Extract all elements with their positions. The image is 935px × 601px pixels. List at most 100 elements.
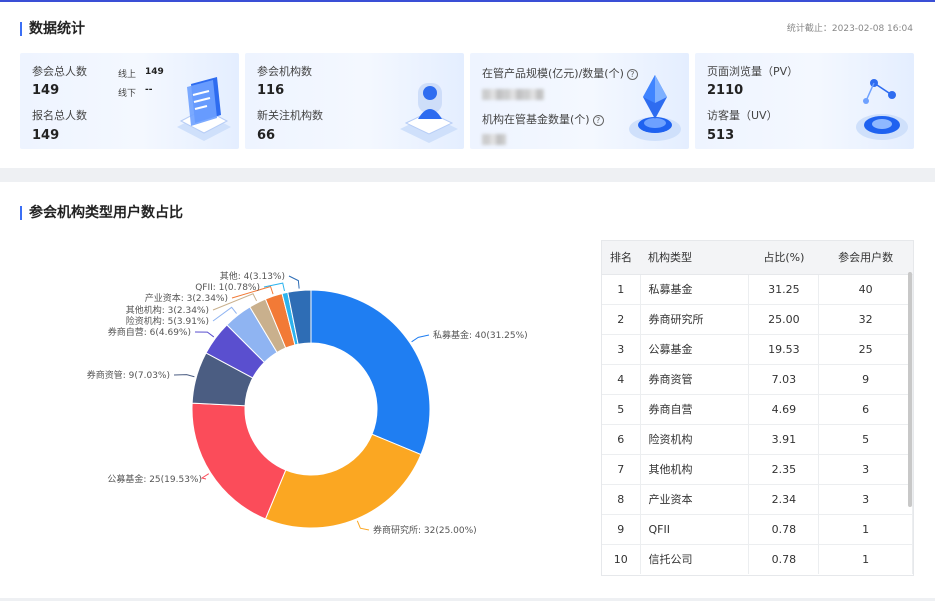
document-stack-illustration bbox=[177, 77, 231, 141]
ratio-cell: 2.34 bbox=[748, 483, 820, 514]
table-row: 5 券商自营 4.69 6 bbox=[602, 393, 913, 424]
offline-value: -- bbox=[145, 85, 153, 95]
ratio-cell: 3.91 bbox=[748, 423, 820, 454]
type-cell: 信托公司 bbox=[640, 543, 750, 574]
table-row: 6 险资机构 3.91 5 bbox=[602, 423, 913, 454]
users-cell: 3 bbox=[818, 453, 913, 484]
table-header-row: 排名 机构类型 占比(%) 参会用户数 bbox=[602, 241, 913, 275]
ratio-cell: 2.35 bbox=[748, 453, 820, 484]
slice-label-7: 其他机构: 3(2.34%) bbox=[126, 304, 209, 316]
rank-cell: 4 bbox=[602, 363, 641, 394]
header-ratio: 占比(%) bbox=[748, 241, 819, 275]
type-cell: QFII bbox=[640, 513, 750, 544]
network-node-illustration bbox=[856, 79, 908, 140]
table-row: 10 信托公司 0.78 1 bbox=[602, 543, 913, 574]
type-cell: 私募基金 bbox=[640, 273, 750, 304]
crystal-illustration bbox=[629, 75, 681, 141]
slice-label-10: 其他: 4(3.13%) bbox=[220, 270, 285, 282]
attendees-card: 参会总人数 149 线上 149 线下 -- 报名总人数 149 bbox=[20, 53, 239, 149]
rank-cell: 9 bbox=[602, 513, 641, 544]
header-type: 机构类型 bbox=[640, 241, 749, 275]
aum-value-redacted bbox=[482, 89, 544, 100]
rank-cell: 2 bbox=[602, 303, 641, 334]
uv-label: 访客量（UV） bbox=[707, 109, 778, 122]
slice-1[interactable] bbox=[310, 289, 431, 456]
type-cell: 其他机构 bbox=[640, 453, 750, 484]
table-row: 4 券商资管 7.03 9 bbox=[602, 363, 913, 394]
rank-cell: 6 bbox=[602, 423, 641, 454]
rank-cell: 8 bbox=[602, 483, 641, 514]
new-follow-label: 新关注机构数 bbox=[257, 109, 323, 122]
table-row: 2 券商研究所 25.00 32 bbox=[602, 303, 913, 334]
slice-label-2: 券商研究所: 32(25.00%) bbox=[373, 524, 477, 536]
leader-line-1 bbox=[411, 334, 430, 343]
users-cell: 3 bbox=[818, 483, 913, 514]
institution-count-label: 参会机构数 bbox=[257, 65, 312, 78]
online-label: 线上 bbox=[118, 70, 137, 80]
slice-label-1: 私募基金: 40(31.25%) bbox=[433, 329, 528, 341]
slice-label-3: 公募基金: 25(19.53%) bbox=[107, 473, 202, 485]
registered-label: 报名总人数 bbox=[32, 109, 87, 122]
header-users: 参会用户数 bbox=[818, 241, 913, 275]
type-cell: 券商自营 bbox=[640, 393, 750, 424]
users-cell: 1 bbox=[818, 543, 913, 574]
type-cell: 券商资管 bbox=[640, 363, 750, 394]
table-row: 7 其他机构 2.35 3 bbox=[602, 453, 913, 484]
aum-label: 在管产品规模(亿元)/数量(个)? bbox=[482, 65, 638, 81]
leader-line-2 bbox=[356, 520, 370, 531]
header-rank: 排名 bbox=[602, 241, 640, 275]
online-value: 149 bbox=[145, 67, 164, 77]
uv-value: 513 bbox=[707, 128, 735, 143]
stats-panel: 数据统计 统计截止：2023-02-08 16:04 参会总人数 149 线上 … bbox=[0, 2, 935, 168]
ratio-cell: 0.78 bbox=[748, 513, 820, 544]
users-cell: 32 bbox=[818, 303, 913, 334]
users-cell: 25 bbox=[818, 333, 913, 364]
rank-cell: 10 bbox=[602, 543, 641, 574]
users-cell: 1 bbox=[818, 513, 913, 544]
leader-line-3 bbox=[200, 473, 210, 480]
total-attendees-label: 参会总人数 bbox=[32, 65, 87, 78]
funds-count-label: 机构在管基金数量(个)? bbox=[482, 111, 604, 127]
users-cell: 9 bbox=[818, 363, 913, 394]
rank-cell: 3 bbox=[602, 333, 641, 364]
slice-label-9: QFII: 1(0.78%) bbox=[195, 283, 260, 293]
table-scrollbar[interactable] bbox=[908, 272, 912, 507]
rank-cell: 7 bbox=[602, 453, 641, 484]
type-panel: 参会机构类型用户数占比 私募基金: 40(31.25%) 券商研究所: 32(25… bbox=[0, 182, 935, 601]
type-cell: 券商研究所 bbox=[640, 303, 750, 334]
rank-cell: 5 bbox=[602, 393, 641, 424]
users-cell: 6 bbox=[818, 393, 913, 424]
ratio-cell: 0.78 bbox=[748, 543, 820, 574]
stats-title: 数据统计 bbox=[20, 21, 85, 37]
type-cell: 险资机构 bbox=[640, 423, 750, 454]
slice-label-5: 券商自营: 6(4.69%) bbox=[108, 326, 191, 338]
question-circle-icon[interactable]: ? bbox=[592, 115, 604, 126]
table-row: 1 私募基金 31.25 40 bbox=[602, 273, 913, 304]
leader-line-4 bbox=[173, 374, 195, 378]
users-cell: 5 bbox=[818, 423, 913, 454]
type-table: 排名 机构类型 占比(%) 参会用户数 1 私募基金 31.25 40 2 券商研究所 25… bbox=[601, 240, 914, 576]
table-row: 3 公募基金 19.53 25 bbox=[602, 333, 913, 364]
traffic-card: 页面浏览量（PV） 2110 访客量（UV） 513 bbox=[695, 53, 914, 149]
rank-cell: 1 bbox=[602, 273, 641, 304]
ratio-cell: 31.25 bbox=[748, 273, 820, 304]
offline-label: 线下 bbox=[118, 89, 137, 99]
registered-value: 149 bbox=[32, 128, 60, 143]
new-follow-value: 66 bbox=[257, 128, 276, 143]
pv-value: 2110 bbox=[707, 83, 744, 98]
stats-timestamp: 统计截止：2023-02-08 16:04 bbox=[786, 24, 913, 34]
table-row: 9 QFII 0.78 1 bbox=[602, 513, 913, 544]
type-cell: 公募基金 bbox=[640, 333, 750, 364]
slice-2[interactable] bbox=[264, 433, 422, 529]
leader-line-10 bbox=[288, 275, 300, 289]
total-attendees-value: 149 bbox=[32, 83, 60, 98]
funds-value-redacted bbox=[482, 134, 506, 145]
type-cell: 产业资本 bbox=[640, 483, 750, 514]
leader-line-5 bbox=[194, 331, 215, 338]
slice-label-8: 产业资本: 3(2.34%) bbox=[145, 292, 228, 304]
users-cell: 40 bbox=[818, 273, 913, 304]
ratio-cell: 4.69 bbox=[748, 393, 820, 424]
slice-3[interactable] bbox=[191, 402, 287, 520]
institutions-card: 参会机构数 116 新关注机构数 66 bbox=[245, 53, 464, 149]
ratio-cell: 7.03 bbox=[748, 363, 820, 394]
